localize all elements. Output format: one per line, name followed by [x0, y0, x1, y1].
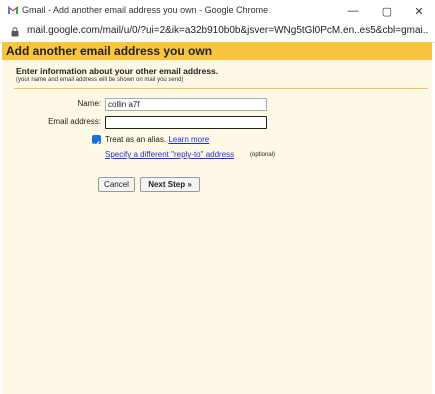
maximize-icon: ▢: [381, 5, 393, 18]
section-divider: [14, 88, 428, 89]
alias-checkbox[interactable]: [92, 135, 101, 147]
checkmark-icon: [93, 141, 100, 147]
minimize-button[interactable]: —: [336, 0, 370, 22]
email-field[interactable]: [105, 116, 267, 129]
reply-to-link[interactable]: Specify a different "reply-to" address: [105, 150, 234, 159]
next-step-label: Next Step »: [148, 180, 192, 189]
cancel-button[interactable]: Cancel: [98, 177, 135, 192]
alias-text: Treat as an alias.: [105, 135, 167, 144]
cancel-label: Cancel: [104, 180, 129, 189]
close-icon: ✕: [414, 5, 424, 18]
window-title: Gmail - Add another email address you ow…: [22, 5, 269, 15]
learn-more-link[interactable]: Learn more: [168, 135, 209, 144]
maximize-button[interactable]: ▢: [370, 0, 404, 22]
email-label: Email address:: [48, 117, 101, 126]
gmail-logo-icon: [8, 6, 18, 14]
alias-label: Treat as an alias. Learn more: [105, 135, 209, 144]
dialog-content: [2, 42, 432, 394]
address-bar[interactable]: mail.google.com/mail/u/0/?ui=2&ik=a32b91…: [0, 22, 435, 43]
minimize-icon: —: [347, 5, 359, 17]
section-title: Enter information about your other email…: [16, 66, 219, 76]
next-step-button[interactable]: Next Step »: [140, 177, 200, 192]
name-label: Name:: [77, 99, 101, 108]
close-button[interactable]: ✕: [402, 0, 435, 22]
url-text[interactable]: mail.google.com/mail/u/0/?ui=2&ik=a32b91…: [27, 25, 429, 36]
section-subtitle: (your name and email address will be sho…: [16, 77, 184, 83]
lock-icon: [11, 27, 19, 37]
name-field[interactable]: [105, 98, 267, 111]
window-titlebar: Gmail - Add another email address you ow…: [0, 0, 435, 22]
page-title: Add another email address you own: [6, 44, 213, 58]
optional-note: (optional): [250, 152, 276, 158]
